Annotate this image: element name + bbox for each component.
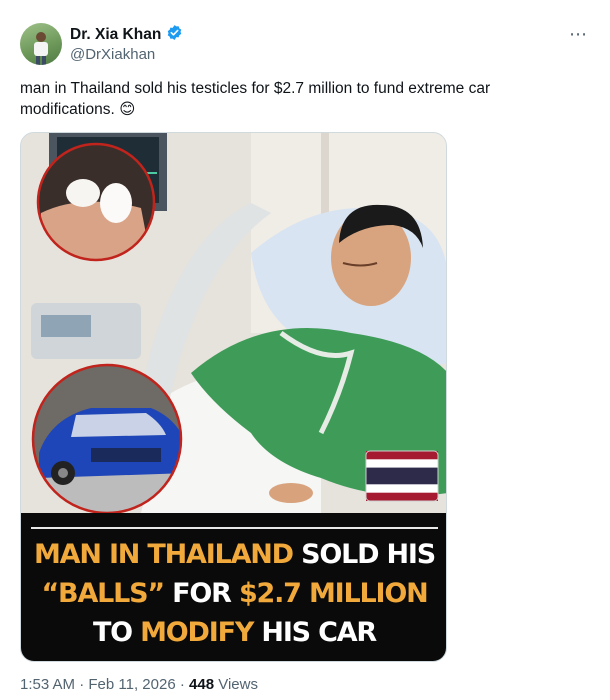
banner-divider — [31, 527, 438, 529]
tweet-header: Dr. Xia Khan @DrXiakhan ⋯ — [20, 20, 590, 68]
tweet-time[interactable]: 1:53 AM — [20, 676, 75, 693]
verified-badge-icon — [166, 24, 183, 46]
headline-text: MAN IN THAILAND SOLD HIS “BALLS” FOR $2.… — [21, 535, 446, 652]
more-horizontal-icon[interactable]: ⋯ — [569, 24, 588, 45]
headline-highlight: $2.7 MILLION — [238, 578, 429, 609]
headline-highlight: MODIFY — [140, 617, 254, 648]
tweet-meta: 1:53 AM · Feb 11, 2026 · 448 Views — [20, 676, 258, 693]
tweet-date[interactable]: Feb 11, 2026 — [88, 676, 175, 693]
meta-separator: · — [75, 676, 89, 693]
avatar[interactable] — [20, 23, 62, 65]
eggs-in-hand-inset — [36, 142, 156, 262]
views-label: Views — [214, 676, 258, 693]
thailand-flag-icon — [365, 450, 439, 502]
headline-text-part: HIS CAR — [253, 617, 377, 648]
views-count: 448 — [189, 676, 215, 693]
meta-separator: · — [175, 676, 190, 693]
headline-text-part: SOLD HIS — [292, 539, 436, 570]
headline-highlight: “BALLS” — [41, 578, 166, 609]
hospital-patient-photo — [21, 133, 446, 513]
headline-text-part: TO — [92, 617, 141, 648]
headline-text-part: FOR — [163, 578, 239, 609]
tweet-media-image[interactable]: MAN IN THAILAND SOLD HIS “BALLS” FOR $2.… — [20, 132, 447, 662]
headline-highlight: MAN IN THAILAND — [34, 539, 294, 570]
headline-banner: MAN IN THAILAND SOLD HIS “BALLS” FOR $2.… — [21, 513, 446, 661]
display-name[interactable]: Dr. Xia Khan — [70, 26, 161, 44]
user-handle[interactable]: @DrXiakhan — [70, 46, 155, 63]
tweet-text: man in Thailand sold his testicles for $… — [20, 80, 491, 118]
